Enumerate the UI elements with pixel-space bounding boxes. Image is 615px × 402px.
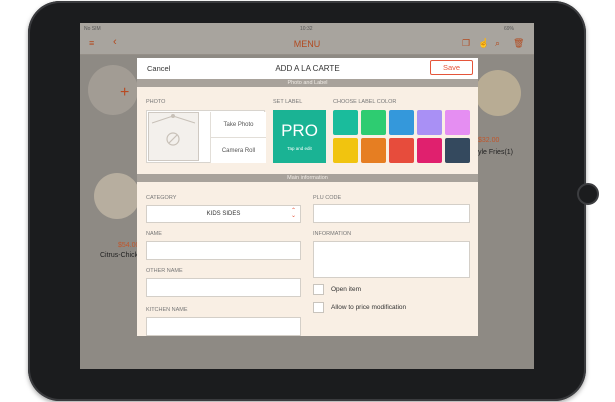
dialog-header: Cancel ADD A LA CARTE Save: [137, 58, 478, 79]
photo-label: PHOTO: [146, 99, 166, 105]
status-bar: No SIM 10:32 69%: [80, 23, 534, 35]
home-button[interactable]: [577, 183, 599, 205]
allow-price-modification-checkbox[interactable]: [313, 302, 324, 313]
copy-icon[interactable]: ❐: [462, 38, 470, 49]
top-nav-bar: ≡ ‹ MENU ❐ ☝ ⌕ 🗑: [80, 35, 534, 55]
label-color-swatch[interactable]: [333, 110, 358, 135]
no-photo-icon: [151, 114, 196, 146]
camera-roll-button[interactable]: Camera Roll: [210, 137, 266, 163]
category-label: CATEGORY: [146, 195, 177, 201]
clock-text: 10:32: [300, 26, 313, 32]
add-item-circle[interactable]: [88, 65, 138, 115]
label-preview-tile[interactable]: PRO Tap and edit: [273, 110, 326, 163]
open-item-checkbox[interactable]: [313, 284, 324, 295]
take-photo-button[interactable]: Take Photo: [210, 112, 266, 137]
photo-placeholder[interactable]: [148, 112, 199, 161]
save-button[interactable]: Save: [430, 60, 473, 75]
plu-code-label: PLU CODE: [313, 195, 342, 201]
label-color-swatch[interactable]: [333, 138, 358, 163]
set-label-label: SET LABEL: [273, 99, 303, 105]
open-item-label: Open item: [331, 286, 361, 293]
plus-icon: +: [120, 84, 130, 101]
dialog-title: ADD A LA CARTE: [275, 64, 340, 73]
updown-chevron-icon: ⌃ ⌄: [290, 208, 296, 219]
label-color-label: CHOOSE LABEL COLOR: [333, 99, 397, 105]
photo-picker: Take Photo Camera Roll: [146, 110, 266, 163]
food-photo-left: [94, 173, 140, 219]
right-item-price: $32.00: [478, 137, 500, 144]
name-input[interactable]: [146, 241, 301, 260]
label-color-swatch[interactable]: [389, 110, 414, 135]
information-textarea[interactable]: [313, 241, 470, 278]
left-item-name: Citrus-Chick: [100, 252, 139, 259]
kitchen-name-input[interactable]: [146, 317, 301, 336]
category-select[interactable]: KIDS SIDES ⌃ ⌄: [146, 205, 301, 223]
app-screen: No SIM 10:32 69% ≡ ‹ MENU ❐ ☝ ⌕ 🗑 + $54.…: [80, 23, 534, 369]
add-a-la-carte-dialog: Cancel ADD A LA CARTE Save Photo and Lab…: [137, 58, 478, 336]
label-color-swatch[interactable]: [389, 138, 414, 163]
battery-text: 69%: [504, 26, 515, 32]
other-name-label: OTHER NAME: [146, 268, 183, 274]
kitchen-name-label: KITCHEN NAME: [146, 307, 188, 313]
label-preview-text: PRO: [281, 121, 318, 140]
food-photo-right: [475, 70, 521, 116]
label-color-swatch[interactable]: [417, 110, 442, 135]
hand-pointer-icon[interactable]: ☝: [478, 38, 489, 49]
label-color-swatch[interactable]: [361, 138, 386, 163]
plu-code-input[interactable]: [313, 204, 470, 223]
trash-icon[interactable]: 🗑: [513, 38, 524, 49]
right-item-name: yle Fries(1): [478, 149, 514, 156]
search-icon[interactable]: ⌕: [495, 38, 500, 49]
carrier-text: No SIM: [84, 26, 101, 32]
name-label: NAME: [146, 231, 162, 237]
label-edit-hint: Tap and edit: [287, 146, 312, 151]
section-photo-header: Photo and Label: [137, 79, 478, 87]
label-color-swatch[interactable]: [417, 138, 442, 163]
label-color-swatch[interactable]: [445, 138, 470, 163]
information-label: INFORMATION: [313, 231, 352, 237]
label-color-swatch[interactable]: [445, 110, 470, 135]
allow-price-modification-label: Allow to price modification: [331, 304, 407, 311]
category-value: KIDS SIDES: [206, 211, 241, 217]
section-main-header: Main information: [137, 174, 478, 182]
other-name-input[interactable]: [146, 278, 301, 297]
label-color-swatch[interactable]: [361, 110, 386, 135]
